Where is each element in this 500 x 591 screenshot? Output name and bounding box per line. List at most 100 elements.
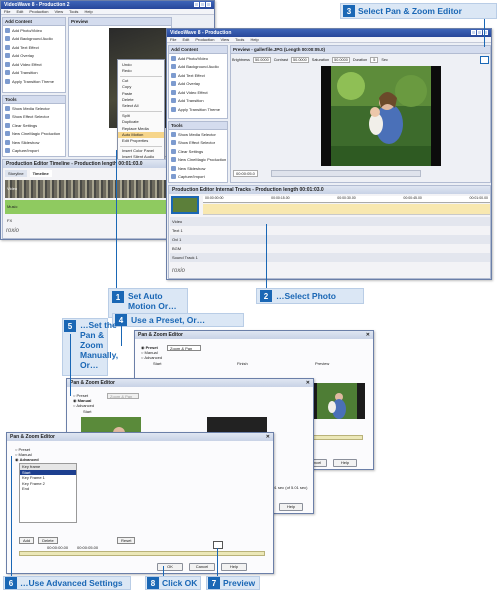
maximize-icon[interactable] xyxy=(200,2,205,7)
bg-task-add-photo[interactable]: Add Photo/Video xyxy=(3,26,65,35)
context-select-all[interactable]: Select All xyxy=(118,103,164,109)
fg-videowave-window: VideoWave 8 - Production File Edit Produ… xyxy=(166,28,492,280)
fg-task-apply-theme[interactable]: Apply Transition Theme xyxy=(169,105,227,114)
callout-2-number: 2 xyxy=(260,290,272,302)
pz-adv-ok[interactable]: OK xyxy=(157,563,183,571)
keyframe-delete-button[interactable]: Delete xyxy=(38,537,58,544)
effect-icon xyxy=(171,89,176,95)
keyframe-add-button[interactable]: Add xyxy=(19,537,35,544)
callout-4-text: Use a Preset, Or… xyxy=(131,315,206,325)
menu-help[interactable]: Help xyxy=(250,37,258,42)
menu-tools[interactable]: Tools xyxy=(69,9,78,14)
pz-manual-start-label: Start xyxy=(83,409,92,414)
transition-icon xyxy=(5,70,10,76)
bg-track-label-fx: FX xyxy=(7,218,13,223)
pz-col-finish: Finish xyxy=(237,361,248,366)
fg-tool-capture[interactable]: Capture/Import xyxy=(169,173,227,182)
fg-transport-controls[interactable] xyxy=(271,170,421,177)
pz-col-start: Start xyxy=(153,361,162,366)
callout-6-text: …Use Advanced Settings xyxy=(20,578,123,588)
close-icon[interactable]: ✕ xyxy=(306,380,310,386)
minimize-icon[interactable] xyxy=(194,2,199,7)
context-edit-properties[interactable]: Edit Properties xyxy=(118,138,164,144)
tab-timeline[interactable]: Timeline xyxy=(29,170,52,177)
keyframe-end[interactable]: End xyxy=(20,486,76,492)
pz-preset-select[interactable]: Zoom & Pan xyxy=(167,345,201,351)
menu-file[interactable]: File xyxy=(170,37,176,42)
pz-adv-cancel[interactable]: Cancel xyxy=(189,563,215,571)
fg-tool-media-selector[interactable]: Show Media Selector xyxy=(169,130,227,139)
effect-icon xyxy=(5,61,10,67)
menu-help[interactable]: Help xyxy=(84,9,92,14)
pz-advanced-radio[interactable]: ○ Advanced xyxy=(141,355,162,360)
bg-tool-capture[interactable]: Capture/Import xyxy=(3,147,65,156)
pz-adv-help[interactable]: Help xyxy=(221,563,247,571)
contrast-field[interactable]: 50.0000 xyxy=(291,57,309,63)
bg-task-apply-theme[interactable]: Apply Transition Theme xyxy=(3,77,65,86)
bg-tool-slideshow[interactable]: New Slideshow xyxy=(3,138,65,147)
bg-roxio-logo: roxio xyxy=(6,228,20,234)
bg-task-add-text[interactable]: Add Text Effect xyxy=(3,43,65,52)
text-icon xyxy=(5,44,10,50)
pz-keyframe-list[interactable]: Key frame Start Key Frame 1 Key Frame 2 … xyxy=(19,463,77,523)
media-icon xyxy=(5,105,10,111)
clear-icon xyxy=(5,122,10,128)
callout-2-text: …Select Photo xyxy=(276,291,336,301)
saturation-field[interactable]: 50.0000 xyxy=(332,57,350,63)
menu-view[interactable]: View xyxy=(54,9,63,14)
fg-tool-cinemagic[interactable]: New CineMagic Production xyxy=(169,156,227,165)
bg-tool-clear[interactable]: Clear Settings xyxy=(3,121,65,130)
close-icon[interactable]: ✕ xyxy=(366,332,370,338)
bg-tool-cinemagic[interactable]: New CineMagic Production xyxy=(3,130,65,139)
fg-tool-clear[interactable]: Clear Settings xyxy=(169,147,227,156)
fg-video-track[interactable] xyxy=(203,204,490,215)
close-icon[interactable] xyxy=(206,2,211,7)
bg-task-add-overlay[interactable]: Add Overlay xyxy=(3,52,65,61)
brightness-field[interactable]: 50.0000 xyxy=(252,57,271,63)
bg-task-add-transition[interactable]: Add Transition xyxy=(3,69,65,78)
effect-icon xyxy=(171,140,176,146)
fg-tool-slideshow[interactable]: New Slideshow xyxy=(169,164,227,173)
duration-field[interactable]: 5 xyxy=(370,57,379,63)
fg-task-add-text[interactable]: Add Text Effect xyxy=(169,71,227,80)
fg-task-add-transition[interactable]: Add Transition xyxy=(169,97,227,106)
pan-zoom-editor-button[interactable] xyxy=(480,56,489,64)
pz-manual-preset-select[interactable]: Zoom & Pan xyxy=(107,393,139,399)
menu-production[interactable]: Production xyxy=(29,9,48,14)
menu-tools[interactable]: Tools xyxy=(235,37,244,42)
pz-adv-keyframe-timeline[interactable] xyxy=(19,551,265,556)
bg-task-add-audio[interactable]: Add Background Audio xyxy=(3,35,65,44)
close-icon[interactable]: ✕ xyxy=(266,434,270,440)
bg-audio-track[interactable] xyxy=(5,200,173,214)
fg-task-add-photo[interactable]: Add Photo/Video xyxy=(169,54,227,63)
fg-tool-effect-selector[interactable]: Show Effect Selector xyxy=(169,139,227,148)
pz-adv-reset-button[interactable]: Reset xyxy=(117,537,136,544)
fg-selected-clip[interactable] xyxy=(171,196,199,214)
menu-production[interactable]: Production xyxy=(195,37,214,42)
fg-task-add-video-effect[interactable]: Add Video Effect xyxy=(169,88,227,97)
fg-task-add-audio[interactable]: Add Background Audio xyxy=(169,63,227,72)
menu-view[interactable]: View xyxy=(220,37,229,42)
pz-manual-advanced-radio[interactable]: ○ Advanced xyxy=(73,403,94,408)
bg-tool-effect-selector[interactable]: Show Effect Selector xyxy=(3,113,65,122)
context-redo[interactable]: Redo xyxy=(118,68,164,74)
menu-edit[interactable]: Edit xyxy=(182,37,189,42)
maximize-icon[interactable] xyxy=(477,30,482,35)
fg-titlebar: VideoWave 8 - Production xyxy=(167,29,491,37)
bg-tool-media-selector[interactable]: Show Media Selector xyxy=(3,104,65,113)
menu-edit[interactable]: Edit xyxy=(16,9,23,14)
fg-task-add-overlay[interactable]: Add Overlay xyxy=(169,80,227,89)
pz-adv-preview-button[interactable] xyxy=(213,541,223,549)
bg-task-add-video-effect[interactable]: Add Video Effect xyxy=(3,60,65,69)
pz-manual-help[interactable]: Help xyxy=(279,503,303,511)
pz-adv-advanced-radio[interactable]: ◉ Advanced xyxy=(15,457,39,462)
audio-icon xyxy=(171,64,176,70)
theme-icon xyxy=(171,106,176,112)
minimize-icon[interactable] xyxy=(471,30,476,35)
menu-file[interactable]: File xyxy=(4,9,10,14)
pz-preset-help[interactable]: Help xyxy=(333,459,357,467)
cinemagic-icon xyxy=(171,157,176,163)
bg-titlebar: VideoWave 8 - Production 2 xyxy=(1,1,214,9)
bg-video-track[interactable] xyxy=(5,180,173,198)
tab-storyline[interactable]: Storyline xyxy=(5,170,27,177)
